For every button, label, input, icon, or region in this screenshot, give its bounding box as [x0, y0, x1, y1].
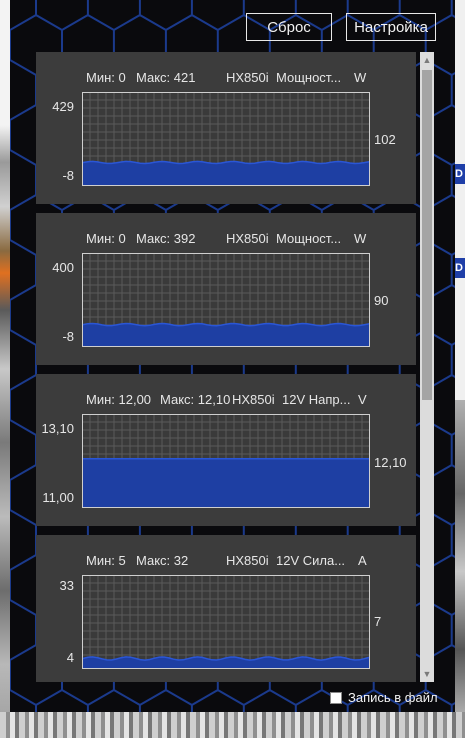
- min-value-label: Мин: 12,00: [86, 392, 152, 407]
- y-axis-min-label: 4: [66, 650, 74, 665]
- series-area: [83, 161, 369, 185]
- min-value-label: Мин: 0: [86, 70, 126, 85]
- device-label: HX850i: [226, 231, 269, 246]
- metric-label: Мощност...: [276, 231, 342, 246]
- log-to-file-checkbox[interactable]: [330, 692, 342, 704]
- metric-label: 12V Сила...: [276, 553, 346, 568]
- scroll-up-arrow-icon[interactable]: ▲: [420, 52, 434, 68]
- line-graph: [82, 575, 370, 669]
- graph-panel: Мин: 0 Макс: 392 HX850i Мощност... W 400…: [36, 213, 416, 365]
- sensor-graph-window: Сброс Настройка Мин: 0 Макс: 421 HX850i …: [10, 0, 455, 712]
- current-value-label: 102: [374, 132, 396, 147]
- background-window-tab: D: [455, 164, 465, 184]
- current-value-label: 90: [374, 293, 389, 308]
- desktop-background-right-lower: [455, 400, 465, 712]
- y-axis-max-label: 13,10: [41, 421, 74, 436]
- y-axis-max-label: 400: [52, 260, 74, 275]
- log-to-file-label: Запись в файл: [348, 690, 438, 705]
- y-axis-min-label: -8: [62, 329, 74, 344]
- vertical-scrollbar[interactable]: ▲ ▼: [420, 52, 434, 682]
- scroll-down-arrow-icon[interactable]: ▼: [420, 666, 434, 682]
- unit-label: W: [354, 231, 367, 246]
- line-graph: [82, 253, 370, 347]
- max-value-label: Макс: 392: [136, 231, 196, 246]
- unit-label: A: [358, 553, 367, 568]
- y-axis-min-label: 11,00: [42, 490, 74, 505]
- desktop-background-bottom: [0, 712, 465, 738]
- device-label: HX850i: [226, 553, 269, 568]
- y-axis-min-label: -8: [62, 168, 74, 183]
- settings-button[interactable]: Настройка: [346, 13, 436, 41]
- device-label: HX850i: [226, 70, 269, 85]
- current-value-label: 7: [374, 614, 382, 629]
- current-value-label: 12,10: [374, 455, 407, 470]
- y-axis-max-label: 33: [59, 578, 74, 593]
- graph-panel: Мин: 5 Макс: 32 HX850i 12V Сила... A 33 …: [36, 535, 416, 682]
- device-label: HX850i: [232, 392, 275, 407]
- max-value-label: Макс: 32: [136, 553, 189, 568]
- max-value-label: Макс: 12,10: [160, 392, 231, 407]
- min-value-label: Мин: 0: [86, 231, 126, 246]
- graph-list[interactable]: Мин: 0 Макс: 421 HX850i Мощност... W 429…: [36, 52, 418, 682]
- y-axis-max-label: 429: [52, 99, 74, 114]
- series-area: [83, 323, 369, 346]
- graph-panel: Мин: 0 Макс: 421 HX850i Мощност... W 429…: [36, 52, 416, 204]
- min-value-label: Мин: 5: [86, 553, 126, 568]
- max-value-label: Макс: 421: [136, 70, 196, 85]
- background-window-tab: D: [455, 258, 465, 278]
- desktop-background-left: [0, 0, 10, 738]
- graph-panel: Мин: 12,00 Макс: 12,10 HX850i 12V Напр..…: [36, 374, 416, 526]
- line-graph: [82, 414, 370, 508]
- line-graph: [82, 92, 370, 186]
- unit-label: V: [358, 392, 367, 407]
- metric-label: Мощност...: [276, 70, 342, 85]
- reset-button[interactable]: Сброс: [246, 13, 332, 41]
- unit-label: W: [354, 70, 367, 85]
- series-area: [83, 458, 369, 507]
- scrollbar-thumb[interactable]: [422, 70, 432, 400]
- metric-label: 12V Напр...: [282, 392, 351, 407]
